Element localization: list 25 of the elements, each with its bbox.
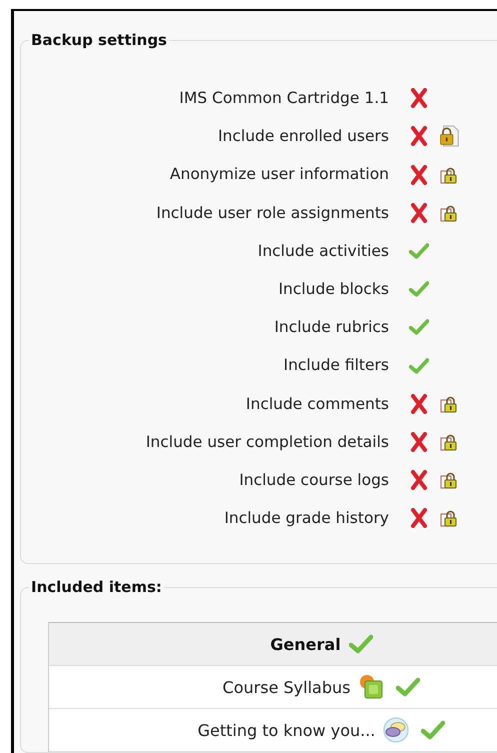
lock-icon xyxy=(440,204,458,222)
setting-label: Include course logs xyxy=(238,470,390,492)
section-title: Included items: xyxy=(30,578,163,596)
setting-label: Include blocks xyxy=(277,279,390,300)
lock-icon xyxy=(440,471,458,490)
setting-label: Include rubrics xyxy=(273,317,390,338)
setting-label: Include enrolled users xyxy=(216,126,390,148)
setting-label: Include activities xyxy=(256,240,390,262)
section-name: General xyxy=(270,634,341,654)
lock-icon xyxy=(440,509,458,528)
lock-icon xyxy=(440,166,458,184)
setting-label: IMS Common Cartridge 1.1 xyxy=(178,88,390,109)
lock-icon xyxy=(440,394,458,413)
resource-icon xyxy=(358,674,384,700)
setting-label: Include user role assignments xyxy=(155,202,390,224)
setting-label: Include user completion details xyxy=(144,432,390,453)
lock-icon xyxy=(440,432,458,451)
setting-label: Anonymize user information xyxy=(168,164,390,186)
section-title: Backup settings xyxy=(30,31,168,49)
item-name: Course Syllabus xyxy=(222,678,350,697)
item-name: Getting to know you... xyxy=(198,720,376,740)
setting-label: Include comments xyxy=(244,394,390,415)
speech-bubbles-icon xyxy=(383,717,410,744)
setting-label: Include filters xyxy=(282,355,390,376)
setting-label: Include grade history xyxy=(223,508,390,530)
